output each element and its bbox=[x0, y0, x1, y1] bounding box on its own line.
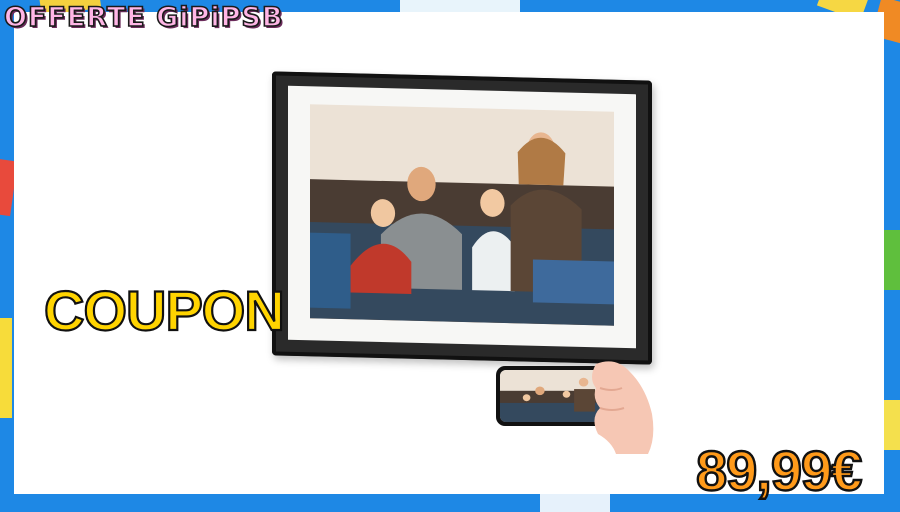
brand-title: OFFERTE GiPiPSB bbox=[3, 1, 284, 34]
confetti-shape bbox=[0, 318, 12, 418]
photo-frame bbox=[272, 71, 652, 365]
price-label: 89,99€ bbox=[695, 438, 864, 503]
confetti-shape bbox=[400, 0, 520, 12]
hand bbox=[586, 358, 660, 454]
confetti-shape bbox=[540, 492, 610, 512]
coupon-label: COUPON bbox=[43, 278, 286, 343]
family-photo bbox=[310, 104, 614, 326]
phone-with-hand bbox=[496, 358, 666, 458]
product-image bbox=[264, 71, 664, 365]
promo-card: COUPON 89,99€ bbox=[14, 12, 884, 503]
frame-mat bbox=[288, 85, 636, 349]
